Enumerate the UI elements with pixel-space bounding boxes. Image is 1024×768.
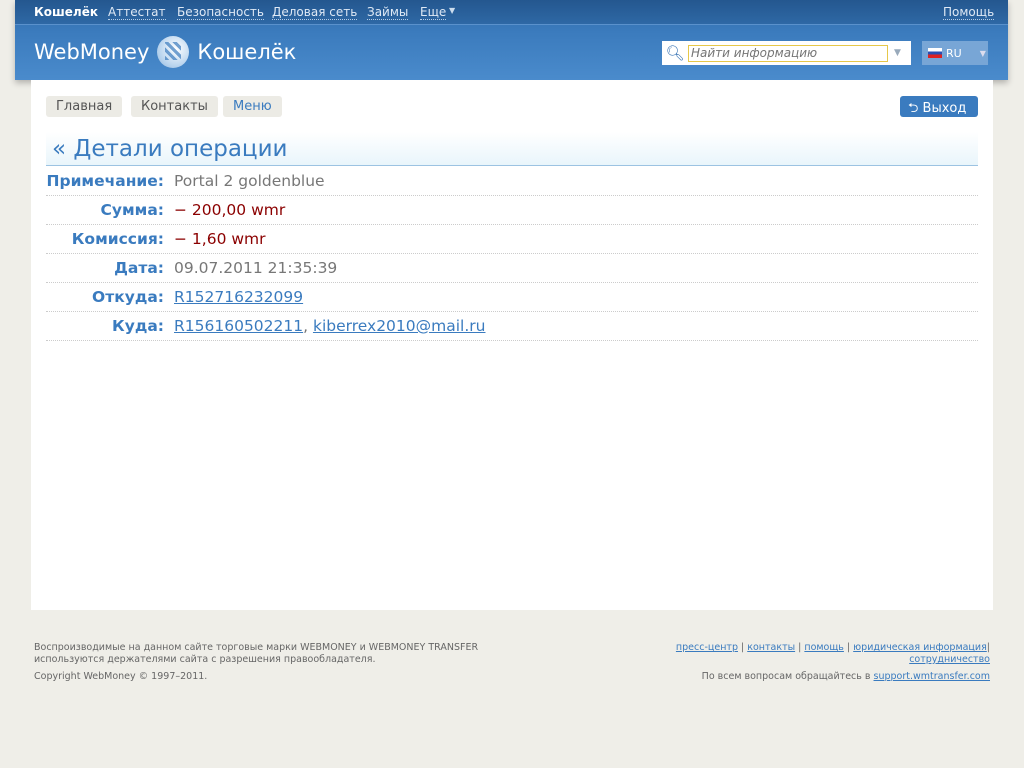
detail-label: Откуда: <box>92 288 164 306</box>
copyright: Copyright WebMoney © 1997–2011. <box>34 671 208 682</box>
detail-label: Комиссия: <box>71 230 164 248</box>
search-box: 🔍︎ ▼ <box>662 41 911 65</box>
chevron-down-icon: ▼ <box>449 6 456 15</box>
footer-link-contacts[interactable]: контакты <box>747 642 795 653</box>
top-nav: Кошелёк Аттестат Безопасность Деловая се… <box>15 0 1008 25</box>
trademark-notice: Воспроизводимые на данном сайте торговые… <box>34 642 479 665</box>
from-wallet-link[interactable]: R152716232099 <box>174 288 303 306</box>
nav-more[interactable]: Еще <box>420 6 447 20</box>
nav-business-network[interactable]: Деловая сеть <box>272 6 358 20</box>
detail-label: Примечание: <box>46 172 165 190</box>
footer-link-help[interactable]: помощь <box>804 642 844 653</box>
nav-attestat[interactable]: Аттестат <box>108 6 166 20</box>
logo-brand: WebMoney <box>34 40 150 64</box>
footer-left: Воспроизводимые на данном сайте торговые… <box>34 642 494 683</box>
detail-row-to: Куда: R156160502211, kiberrex2010@mail.ru <box>46 312 978 341</box>
nav-loans[interactable]: Займы <box>367 6 409 20</box>
page-title[interactable]: « Детали операции <box>46 132 978 166</box>
nav-help[interactable]: Помощь <box>943 6 995 20</box>
main-content: Главная Контакты Меню ⮌ Выход « Детали о… <box>31 80 993 610</box>
detail-label: Куда: <box>112 317 164 335</box>
webmoney-globe-icon <box>157 36 190 68</box>
detail-value: Portal 2 goldenblue <box>174 172 325 190</box>
detail-row-fee: Комиссия: − 1,60 wmr <box>46 225 978 254</box>
header: Кошелёк Аттестат Безопасность Деловая се… <box>15 0 1008 80</box>
chevron-down-icon: ▼ <box>979 48 986 58</box>
tab-contacts[interactable]: Контакты <box>131 96 218 117</box>
detail-row-note: Примечание: Portal 2 goldenblue <box>46 167 978 196</box>
detail-row-from: Откуда: R152716232099 <box>46 283 978 312</box>
search-dropdown-icon[interactable]: ▼ <box>894 48 901 58</box>
detail-value: 09.07.2011 21:35:39 <box>174 259 338 277</box>
logout-label: Выход <box>922 101 967 116</box>
logo-product: Кошелёк <box>197 40 297 64</box>
language-selector[interactable]: RU ▼ <box>922 41 988 65</box>
footer-link-press[interactable]: пресс-центр <box>676 642 738 653</box>
detail-row-date: Дата: 09.07.2011 21:35:39 <box>46 254 978 283</box>
language-code: RU <box>946 46 962 60</box>
nav-wallet[interactable]: Кошелёк <box>34 6 98 19</box>
nav-security[interactable]: Безопасность <box>177 6 264 20</box>
logo[interactable]: WebMoney Кошелёк <box>34 36 296 68</box>
support-text: По всем вопросам обращайтесь в <box>701 671 871 682</box>
russia-flag-icon <box>928 48 942 58</box>
to-email-link[interactable]: kiberrex2010@mail.ru <box>313 317 486 335</box>
footer-link-legal[interactable]: юридическая информация <box>853 642 987 653</box>
detail-value: − 1,60 wmr <box>174 230 266 248</box>
tab-home[interactable]: Главная <box>46 96 123 117</box>
detail-row-amount: Сумма: − 200,00 wmr <box>46 196 978 225</box>
tab-menu[interactable]: Меню <box>223 96 282 117</box>
logout-icon: ⮌ <box>908 101 923 116</box>
detail-label: Дата: <box>114 259 164 277</box>
detail-label: Сумма: <box>100 201 164 219</box>
search-input[interactable] <box>688 44 888 62</box>
to-wallet-link[interactable]: R156160502211 <box>174 317 303 335</box>
search-icon[interactable]: 🔍︎ <box>662 44 688 62</box>
support-link[interactable]: support.wmtransfer.com <box>874 671 990 682</box>
logout-button[interactable]: ⮌ Выход <box>900 96 978 117</box>
detail-value: − 200,00 wmr <box>174 201 286 219</box>
footer-link-cooperation[interactable]: сотрудничество <box>909 654 990 665</box>
footer-right: пресс-центр | контакты | помощь | юридич… <box>675 642 990 682</box>
